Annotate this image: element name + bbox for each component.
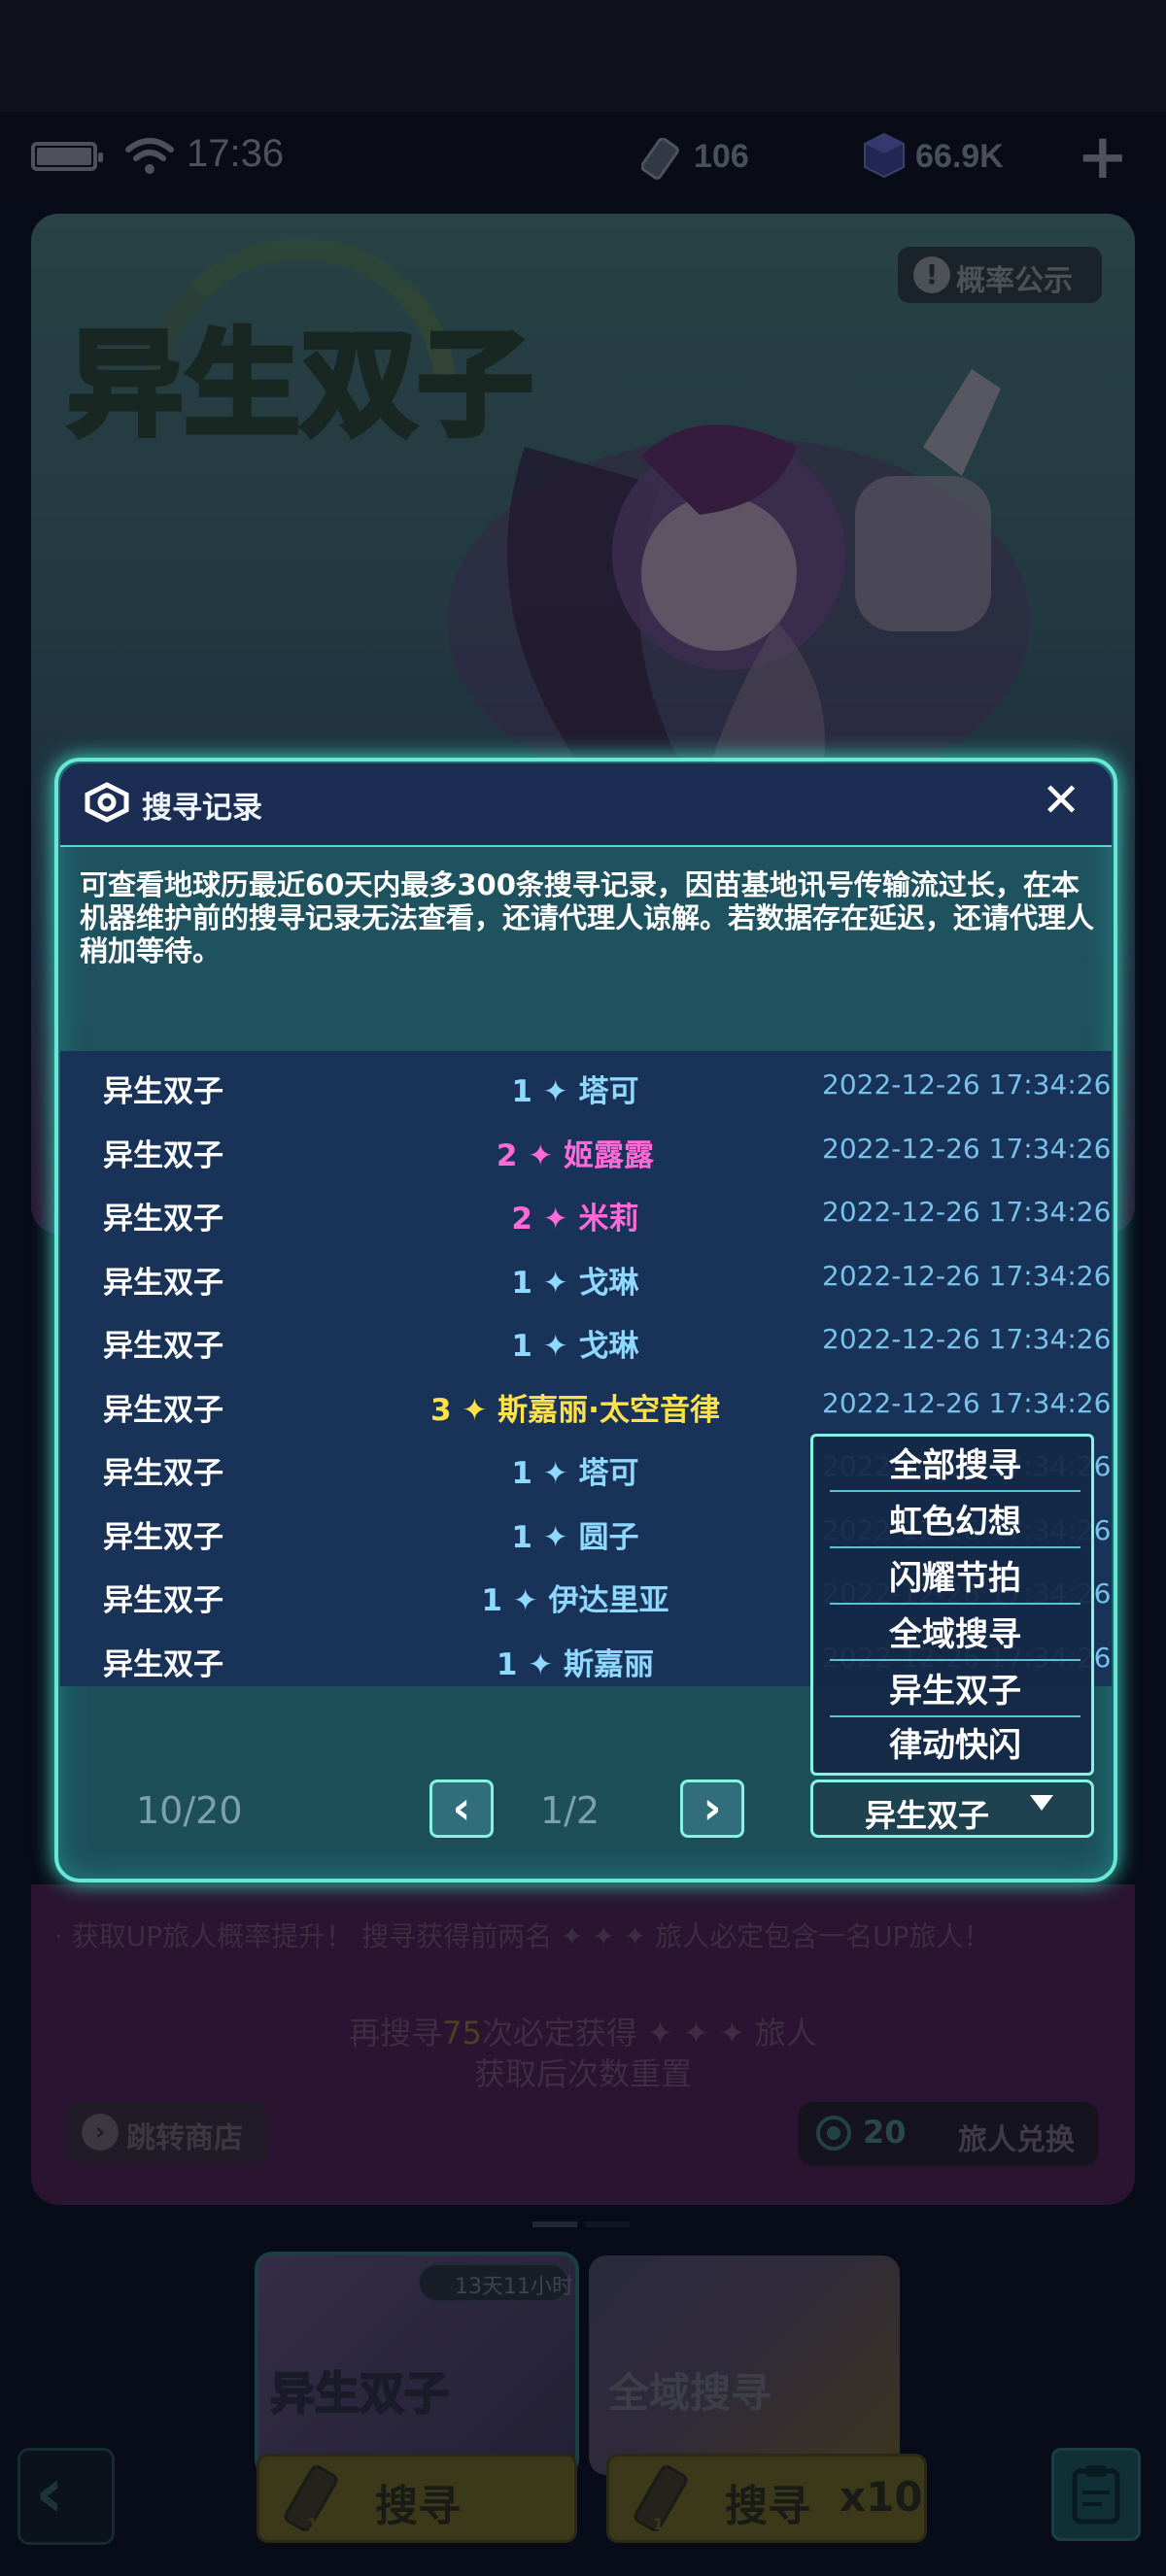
row-character: 2 ✦ 米莉 — [511, 1202, 639, 1237]
row-pool-name: 异生双子 — [103, 1265, 223, 1301]
next-page-button[interactable]: › — [680, 1779, 744, 1838]
pool-filter-value: 异生双子 — [865, 1797, 990, 1834]
app-logo-icon — [85, 782, 129, 823]
row-character: 1 ✦ 斯嘉丽 — [496, 1646, 655, 1682]
row-pool-name: 异生双子 — [103, 1456, 223, 1491]
filter-option[interactable]: 全部搜寻 — [830, 1440, 1080, 1492]
row-character: 1 ✦ 戈琳 — [511, 1329, 639, 1364]
filter-option[interactable]: 异生双子 — [830, 1665, 1080, 1717]
row-pool-name: 异生双子 — [103, 1519, 223, 1555]
row-character: 1 ✦ 塔可 — [511, 1074, 639, 1109]
row-pool-name: 异生双子 — [103, 1646, 223, 1682]
page-indicator: 1/2 — [540, 1789, 600, 1832]
close-icon[interactable]: ✕ — [1042, 777, 1080, 824]
row-pool-name: 异生双子 — [103, 1074, 223, 1109]
row-timestamp: 2022-12-26 17:34:26 — [822, 1323, 1112, 1355]
filter-option[interactable]: 律动快闪 — [830, 1719, 1080, 1772]
filter-option[interactable]: 全域搜寻 — [830, 1609, 1080, 1661]
dropdown-arrow-icon — [1030, 1795, 1053, 1811]
row-timestamp: 2022-12-26 17:34:26 — [822, 1259, 1112, 1292]
row-character: 1 ✦ 戈琳 — [511, 1265, 639, 1301]
row-pool-name: 异生双子 — [103, 1137, 223, 1173]
row-timestamp: 2022-12-26 17:34:26 — [822, 1196, 1112, 1228]
row-pool-name: 异生双子 — [103, 1583, 223, 1618]
row-character: 3 ✦ 斯嘉丽·太空音律 — [430, 1392, 720, 1428]
row-timestamp: 2022-12-26 17:34:26 — [822, 1068, 1112, 1101]
row-timestamp: 2022-12-26 17:34:26 — [822, 1386, 1112, 1419]
filter-option[interactable]: 闪耀节拍 — [830, 1552, 1080, 1605]
row-character: 1 ✦ 伊达里亚 — [481, 1583, 669, 1618]
filter-option[interactable]: 虹色幻想 — [830, 1496, 1080, 1548]
row-pool-name: 异生双子 — [103, 1392, 223, 1428]
history-description: 可查看地球历最近60天内最多300条搜寻记录，因苗基地讯号传输流过长，在本机器维… — [80, 868, 1095, 967]
row-timestamp: 2022-12-26 17:34:26 — [822, 1132, 1112, 1165]
record-count: 10/20 — [136, 1789, 243, 1832]
modal-title: 搜寻记录 — [142, 791, 262, 826]
row-pool-name: 异生双子 — [103, 1202, 223, 1237]
row-character: 1 ✦ 圆子 — [511, 1519, 639, 1555]
row-character: 2 ✦ 姬露露 — [496, 1137, 655, 1173]
row-character: 1 ✦ 塔可 — [511, 1456, 639, 1491]
prev-page-button[interactable]: ‹ — [429, 1779, 494, 1838]
row-pool-name: 异生双子 — [103, 1329, 223, 1364]
